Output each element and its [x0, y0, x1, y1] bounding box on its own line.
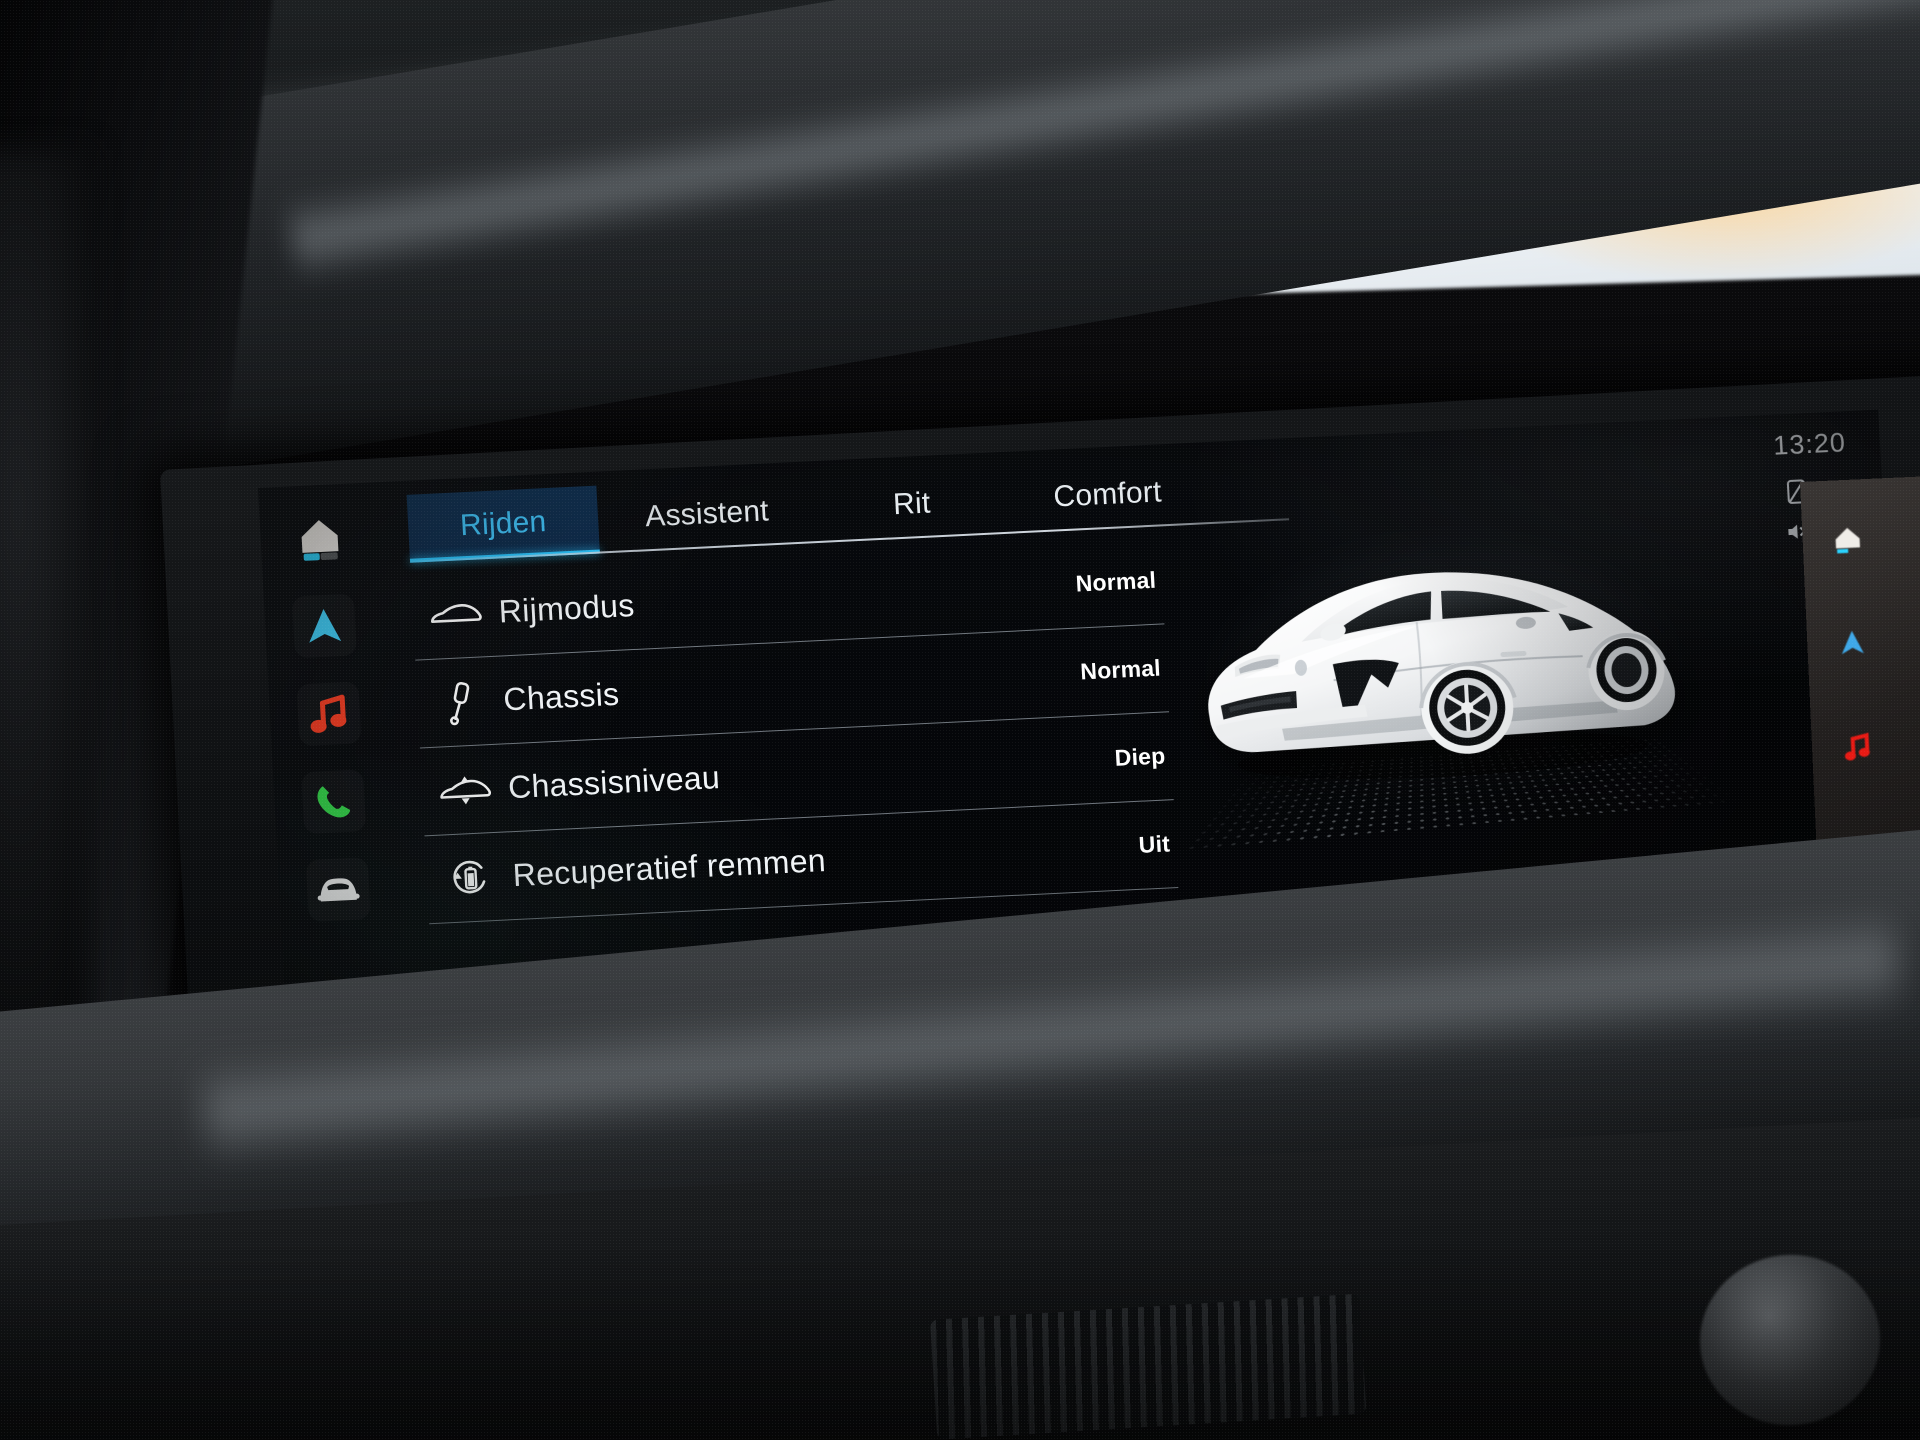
phone-handset-icon	[312, 780, 356, 824]
tab-rijden[interactable]: Rijden	[406, 485, 600, 563]
tab-assistent-label: Assistent	[644, 494, 770, 534]
sidebar-item-media[interactable]	[296, 681, 361, 746]
battery-recuperation-icon	[426, 854, 514, 902]
shock-absorber-icon	[416, 677, 504, 727]
car-height-icon	[421, 771, 509, 809]
car-side-icon	[412, 599, 499, 629]
navigation-arrow-icon	[301, 603, 347, 649]
music-note-icon[interactable]	[1833, 723, 1881, 771]
row-label: Chassis	[502, 675, 621, 718]
row-label: Rijmodus	[497, 586, 636, 630]
navigation-arrow-icon[interactable]	[1828, 619, 1876, 667]
porsche-taycan-3d-render	[1208, 572, 1675, 780]
sidebar-item-phone[interactable]	[301, 769, 366, 834]
car-front-icon	[314, 871, 362, 907]
row-value: Normal	[1079, 654, 1162, 685]
sidebar-item-home[interactable]	[287, 506, 352, 571]
row-label: Recuperatief remmen	[511, 842, 827, 894]
tab-rit[interactable]: Rit	[814, 466, 1009, 543]
music-note-icon	[308, 692, 350, 736]
tab-comfort-label: Comfort	[1052, 475, 1163, 514]
sidebar-item-navigation[interactable]	[292, 593, 357, 658]
status-clock: 13:20	[1772, 427, 1847, 461]
row-value: Diep	[1114, 742, 1167, 771]
row-value: Uit	[1138, 830, 1171, 858]
a-pillar-shadow	[0, 150, 90, 1050]
settings-list: Rijmodus Normal Chassis Normal Chassisni…	[410, 536, 1179, 925]
sidebar-item-vehicle[interactable]	[306, 857, 371, 922]
car-interior-photo: Rijden Assistent Rit Comfort Rijmodus No…	[0, 0, 1920, 1440]
row-label: Chassisniveau	[507, 759, 721, 806]
home-icon	[292, 511, 347, 565]
lower-shadow	[0, 1240, 1920, 1440]
tab-rijden-label: Rijden	[459, 505, 548, 543]
tab-rit-label: Rit	[892, 486, 932, 522]
home-icon[interactable]	[1824, 515, 1872, 563]
row-value: Normal	[1075, 566, 1157, 597]
vehicle-3d-preview[interactable]	[1174, 479, 1739, 904]
